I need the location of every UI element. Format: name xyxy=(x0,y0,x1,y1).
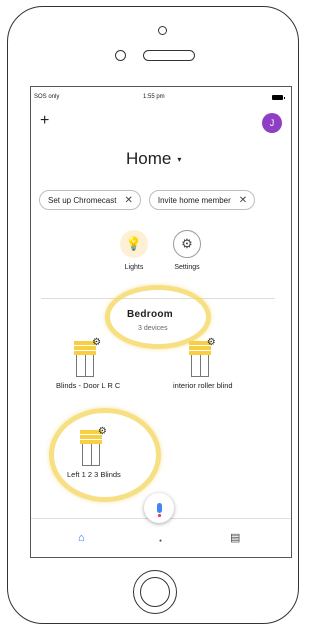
device-label: interior roller blind xyxy=(173,381,233,390)
front-sensor xyxy=(158,26,167,35)
avatar[interactable]: J xyxy=(262,113,282,133)
chip-setup-chromecast[interactable]: Set up Chromecast ✕ xyxy=(39,190,141,210)
lights-action[interactable]: 💡 Lights xyxy=(114,230,154,271)
gear-icon: ⚙ xyxy=(92,337,102,348)
battery-icon xyxy=(272,95,285,100)
front-camera xyxy=(115,50,126,61)
mic-icon xyxy=(156,503,162,517)
earpiece-speaker xyxy=(143,50,195,61)
chip-label: Invite home member xyxy=(157,195,231,205)
chevron-down-icon: ▾ xyxy=(177,154,182,164)
chip-label: Set up Chromecast xyxy=(48,195,117,205)
chip-invite-home-member[interactable]: Invite home member ✕ xyxy=(148,190,256,210)
device-tile[interactable]: ⚙ Blinds - Door L R C xyxy=(56,337,121,390)
app-screen: SOS only 1:55 pm + J Home ▾ Set up Chrom… xyxy=(30,86,292,558)
assistant-mic-button[interactable] xyxy=(144,493,174,523)
device-label: Blinds - Door L R C xyxy=(56,381,121,390)
suggestion-chips: Set up Chromecast ✕ Invite home member ✕ xyxy=(39,190,256,210)
close-icon[interactable]: ✕ xyxy=(124,195,132,206)
feed-icon[interactable]: ▤ xyxy=(230,531,240,544)
home-icon[interactable]: ⌂ xyxy=(78,532,85,544)
phone-home-button-ring xyxy=(140,577,170,607)
status-time: 1:55 pm xyxy=(143,94,165,100)
lights-label: Lights xyxy=(124,264,144,271)
status-bar: SOS only 1:55 pm xyxy=(31,93,291,105)
gear-icon: ⚙ xyxy=(173,230,201,258)
close-icon[interactable]: ✕ xyxy=(239,195,247,206)
gear-icon: ⚙ xyxy=(206,337,216,348)
page-title: Home xyxy=(126,149,172,168)
home-selector[interactable]: Home ▾ xyxy=(126,149,181,169)
carrier-status: SOS only xyxy=(34,94,60,100)
nav-indicator-icon: ● xyxy=(159,538,163,544)
settings-action[interactable]: ⚙ Settings xyxy=(167,230,207,271)
blind-icon: ⚙ xyxy=(74,337,102,377)
settings-label: Settings xyxy=(174,264,200,271)
lightbulb-icon: 💡 xyxy=(120,230,148,258)
bottom-nav: ⌂ ● ▤ xyxy=(31,518,291,557)
device-highlight-circle xyxy=(49,408,161,502)
add-button[interactable]: + xyxy=(40,113,49,129)
blind-icon: ⚙ xyxy=(188,337,217,377)
device-tile[interactable]: ⚙ interior roller blind xyxy=(173,337,233,390)
room-highlight-circle xyxy=(105,285,211,349)
